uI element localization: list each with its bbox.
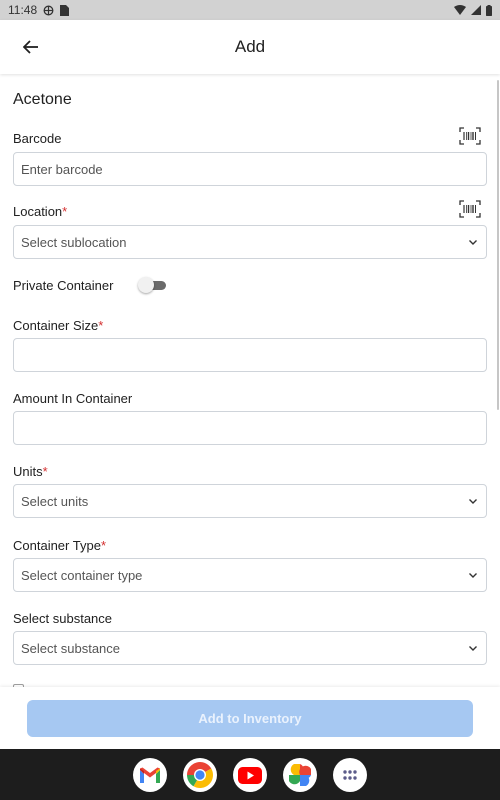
sync-icon (43, 5, 54, 15)
units-select[interactable]: Select units (13, 484, 487, 518)
app-bar: Add (0, 20, 500, 74)
status-time: 11:48 (8, 3, 38, 17)
barcode-label: Barcode (13, 131, 62, 146)
amount-in-container-input[interactable] (14, 412, 486, 444)
required-marker: * (62, 204, 68, 219)
back-button[interactable] (16, 32, 46, 62)
amount-in-container-field[interactable] (13, 411, 487, 445)
container-type-label: Container Type* (13, 538, 106, 553)
chrome-logo (187, 761, 214, 789)
container-size-field[interactable] (13, 338, 487, 372)
dock-bar (0, 749, 500, 800)
required-marker: * (100, 538, 106, 553)
location-select-value: Select sublocation (21, 234, 127, 250)
required-marker: * (98, 318, 104, 333)
arrow-left-icon (23, 40, 38, 54)
location-label: Location* (13, 204, 68, 219)
private-container-toggle[interactable] (138, 277, 168, 293)
container-size-label: Container Size* (13, 318, 104, 333)
toggle-thumb (138, 277, 154, 293)
photos-logo (289, 764, 311, 786)
chemical-name: Acetone (13, 91, 72, 108)
app-drawer-icon[interactable] (333, 758, 367, 792)
barcode-scan-icon[interactable] (459, 127, 481, 145)
action-area: Add to Inventory (0, 687, 500, 749)
units-select-value: Select units (21, 493, 89, 509)
location-scan-icon[interactable] (459, 200, 481, 218)
chevron-down-icon (469, 499, 477, 504)
units-label: Units* (13, 464, 48, 479)
battery-icon (486, 4, 492, 16)
container-type-select[interactable]: Select container type (13, 558, 487, 592)
gmail-icon[interactable] (133, 758, 167, 792)
photos-icon[interactable] (283, 758, 317, 792)
barcode-field[interactable] (13, 152, 487, 186)
youtube-logo (238, 766, 262, 784)
status-bar: 11:48 (0, 0, 500, 20)
scrollbar[interactable] (497, 80, 499, 410)
form-content[interactable]: Acetone Barcode Location* Select subloca… (0, 74, 500, 687)
dots-grid-icon (343, 770, 357, 780)
container-size-input[interactable] (14, 339, 486, 371)
page-title: Add (234, 37, 266, 56)
substance-select[interactable]: Select substance (13, 631, 487, 665)
signal-icon (471, 5, 481, 15)
chevron-down-icon (469, 646, 477, 651)
chevron-down-icon (469, 240, 477, 245)
substance-select-value: Select substance (21, 640, 121, 656)
location-select[interactable]: Select sublocation (13, 225, 487, 259)
barcode-input[interactable] (14, 153, 486, 185)
sim-card-icon (60, 4, 70, 16)
gmail-logo (140, 767, 160, 783)
private-container-label: Private Container (13, 278, 114, 293)
youtube-icon[interactable] (233, 758, 267, 792)
chrome-icon[interactable] (183, 758, 217, 792)
container-type-select-value: Select container type (21, 567, 143, 583)
amount-in-container-label: Amount In Container (13, 391, 133, 406)
wifi-icon (454, 5, 466, 15)
chevron-down-icon (469, 573, 477, 578)
add-to-inventory-button[interactable]: Add to Inventory (27, 700, 473, 737)
substance-label: Select substance (13, 611, 113, 626)
required-marker: * (42, 464, 48, 479)
